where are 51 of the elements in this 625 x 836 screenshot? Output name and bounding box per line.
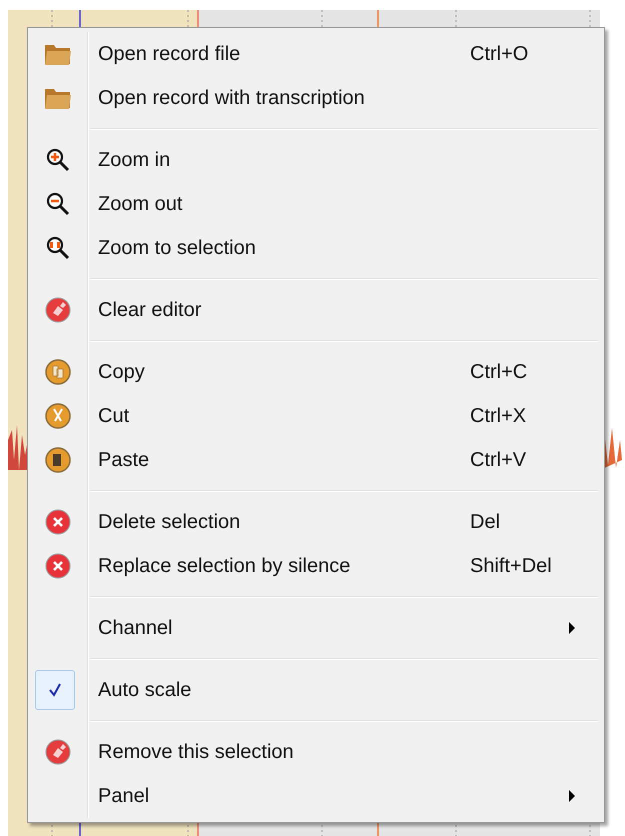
item-label: Replace selection by silence <box>98 554 350 578</box>
shortcut-text: Ctrl+O <box>470 42 528 66</box>
zoom-out-icon <box>46 192 70 216</box>
folder-icon <box>44 86 72 110</box>
submenu-arrow-icon <box>568 622 576 634</box>
delete-icon <box>45 553 71 579</box>
item-label: Panel <box>98 784 150 808</box>
shortcut-text: Del <box>470 510 500 534</box>
item-label: Channel <box>98 616 173 640</box>
item-label: Copy <box>98 360 145 384</box>
item-label: Auto scale <box>98 678 192 702</box>
menu-item[interactable]: Zoom to selection <box>28 226 604 270</box>
submenu-arrow-icon <box>568 790 576 802</box>
copy-icon <box>45 359 71 385</box>
item-label: Open record with transcription <box>98 86 365 110</box>
item-label: Remove this selection <box>98 740 294 764</box>
menu-item[interactable]: Remove this selection <box>28 730 604 774</box>
menu-item[interactable]: Cut Ctrl+X <box>28 394 604 438</box>
shortcut-text: Shift+Del <box>470 554 552 578</box>
item-label: Paste <box>98 448 150 472</box>
paste-icon <box>45 447 71 473</box>
menu-item[interactable]: Panel <box>28 774 604 818</box>
delete-icon <box>45 509 71 535</box>
waveform-drawing <box>8 425 27 470</box>
brush-icon <box>45 297 71 323</box>
menu-item[interactable]: Replace selection by silence Shift+Del <box>28 544 604 588</box>
item-label: Zoom out <box>98 192 182 216</box>
item-label: Zoom in <box>98 148 170 172</box>
item-label: Open record file <box>98 42 240 66</box>
scissors-icon <box>45 403 71 429</box>
item-label: Delete selection <box>98 510 240 534</box>
shortcut-text: Ctrl+C <box>470 360 528 384</box>
brush-icon <box>45 739 71 765</box>
zoom-selection-icon <box>46 236 70 260</box>
menu-item[interactable]: Open record file Ctrl+O <box>28 32 604 76</box>
shortcut-text: Ctrl+X <box>470 404 526 428</box>
menu-item[interactable]: Paste Ctrl+V <box>28 438 604 482</box>
menu-item[interactable]: Clear editor <box>28 288 604 332</box>
menu-item[interactable]: Zoom in <box>28 138 604 182</box>
item-label: Zoom to selection <box>98 236 256 260</box>
menu-item[interactable]: Copy Ctrl+C <box>28 350 604 394</box>
menu-item[interactable]: Zoom out <box>28 182 604 226</box>
menu-item[interactable]: Open record with transcription <box>28 76 604 120</box>
item-label: Cut <box>98 404 130 428</box>
menu-item[interactable]: Delete selection Del <box>28 500 604 544</box>
shortcut-text: Ctrl+V <box>470 448 526 472</box>
zoom-in-icon <box>46 148 70 172</box>
menu-item[interactable]: Channel <box>28 606 604 650</box>
menu-item[interactable]: Auto scale <box>28 668 604 712</box>
item-label: Clear editor <box>98 298 202 322</box>
folder-icon <box>44 42 72 66</box>
